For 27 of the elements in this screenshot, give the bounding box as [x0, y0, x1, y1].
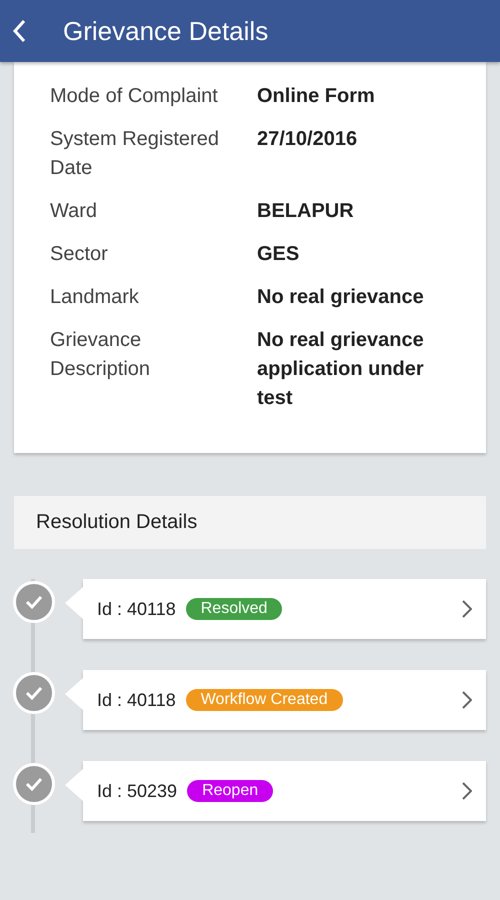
check-circle-icon [13, 763, 55, 805]
field-label: Sector [50, 242, 109, 267]
status-badge: Workflow Created [186, 689, 343, 711]
check-circle-icon [13, 672, 55, 714]
field-value: No real grievance [257, 285, 425, 310]
resolution-id: Id : 50239 [97, 780, 178, 802]
chevron-right-icon [462, 782, 472, 800]
back-icon [12, 19, 26, 43]
chevron-right-icon [462, 600, 472, 618]
field-value: No real grievance application under test [257, 328, 425, 411]
field-value: GES [257, 242, 300, 267]
status-badge: Reopen [187, 780, 274, 802]
resolution-id: Id : 40118 [97, 598, 176, 620]
chevron-right-icon [462, 691, 472, 709]
field-label: System Registered Date [50, 127, 220, 181]
section-header: Resolution Details [14, 496, 486, 549]
field-value: Online Form [257, 84, 376, 109]
check-circle-icon [13, 581, 55, 623]
resolution-id: Id : 40118 [97, 690, 176, 710]
field-value: 27/10/2016 [257, 127, 358, 152]
field-label: Mode of Complaint [50, 84, 219, 109]
status-badge: Resolved [186, 598, 282, 620]
field-label: Grievance Description [50, 328, 152, 382]
screen-title: Grievance Details [63, 16, 268, 46]
field-value: BELAPUR [257, 199, 355, 224]
field-label: Ward [50, 199, 98, 224]
field-label: Landmark [50, 285, 140, 310]
